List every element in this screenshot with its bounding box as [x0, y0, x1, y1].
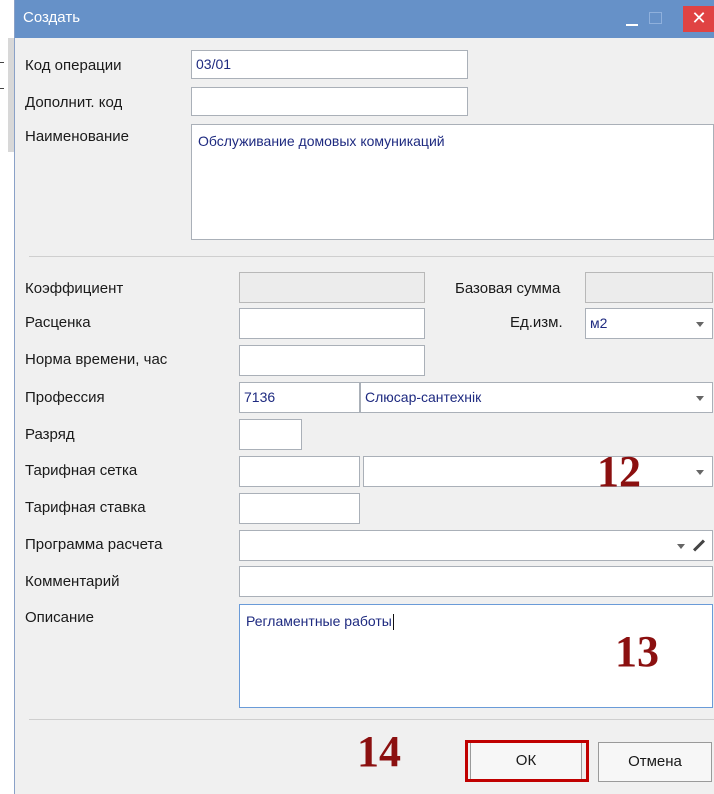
tariff-grid-code-input[interactable]: [239, 456, 360, 487]
calc-program-label: Программа расчета: [25, 536, 163, 553]
tariff-rate-input[interactable]: [239, 493, 360, 524]
code-input[interactable]: 03/01: [191, 50, 468, 79]
text-cursor: [392, 614, 394, 631]
annotation-12: 12: [597, 447, 641, 496]
title-bar: Создать ✕: [15, 0, 714, 38]
edit-pencil-icon[interactable]: [692, 539, 706, 552]
name-label: Наименование: [25, 128, 129, 145]
chevron-down-icon: [696, 470, 704, 475]
comment-label: Комментарий: [25, 573, 120, 590]
unit-label: Ед.изм.: [510, 314, 563, 331]
tariff-grid-select[interactable]: [363, 456, 713, 487]
profession-label: Профессия: [25, 389, 105, 406]
description-value: Регламентные работы: [246, 613, 392, 629]
name-value: Обслуживание домовых комуникаций: [198, 133, 445, 149]
cancel-button[interactable]: Отмена: [598, 742, 712, 782]
profession-code-value: 7136: [244, 389, 276, 405]
profession-name-select[interactable]: Слюсар-сантехнік: [360, 382, 713, 413]
unit-value: м2: [590, 315, 608, 331]
chevron-down-icon: [696, 322, 704, 327]
comment-input[interactable]: [239, 566, 713, 597]
description-label: Описание: [25, 609, 95, 626]
name-textarea[interactable]: Обслуживание домовых комуникаций: [191, 124, 714, 240]
rate-input[interactable]: [239, 308, 425, 339]
time-norm-input[interactable]: [239, 345, 425, 376]
window-title: Создать: [23, 9, 81, 26]
maximize-button[interactable]: [649, 12, 662, 24]
code-label: Код операции: [25, 57, 122, 74]
coefficient-label: Коэффициент: [25, 280, 124, 297]
base-sum-input: [585, 272, 713, 303]
time-norm-label: Норма времени, час: [25, 351, 168, 368]
bottom-divider: [29, 719, 714, 720]
background-app-strip: [0, 0, 14, 794]
base-sum-label: Базовая сумма: [455, 280, 561, 297]
code-value: 03/01: [196, 56, 232, 72]
create-dialog: Создать ✕ Код операции 03/01 Дополнит. к…: [14, 0, 714, 794]
coefficient-input: [239, 272, 425, 303]
annotation-13: 13: [615, 627, 659, 676]
chevron-down-icon: [696, 396, 704, 401]
additional-code-input[interactable]: [191, 87, 468, 116]
grade-input[interactable]: [239, 419, 302, 450]
profession-name-value: Слюсар-сантехнік: [365, 389, 482, 405]
tariff-grid-label: Тарифная сетка: [25, 462, 138, 479]
annotation-14: 14: [357, 727, 401, 776]
close-icon: ✕: [691, 8, 707, 28]
calc-program-select[interactable]: [239, 530, 713, 561]
minimize-button[interactable]: [623, 13, 641, 27]
profession-code-input[interactable]: 7136: [239, 382, 360, 413]
section-divider: [29, 256, 714, 257]
tariff-rate-label: Тарифная ставка: [25, 499, 146, 516]
additional-code-label: Дополнит. код: [25, 94, 123, 111]
chevron-down-icon: [677, 544, 685, 549]
background-tick: [0, 88, 4, 89]
ok-highlight-frame: [465, 740, 589, 782]
unit-select[interactable]: м2: [585, 308, 713, 339]
rate-label: Расценка: [25, 314, 91, 331]
grade-label: Разряд: [25, 426, 75, 443]
close-button[interactable]: ✕: [683, 6, 714, 32]
background-tick: [0, 62, 4, 63]
